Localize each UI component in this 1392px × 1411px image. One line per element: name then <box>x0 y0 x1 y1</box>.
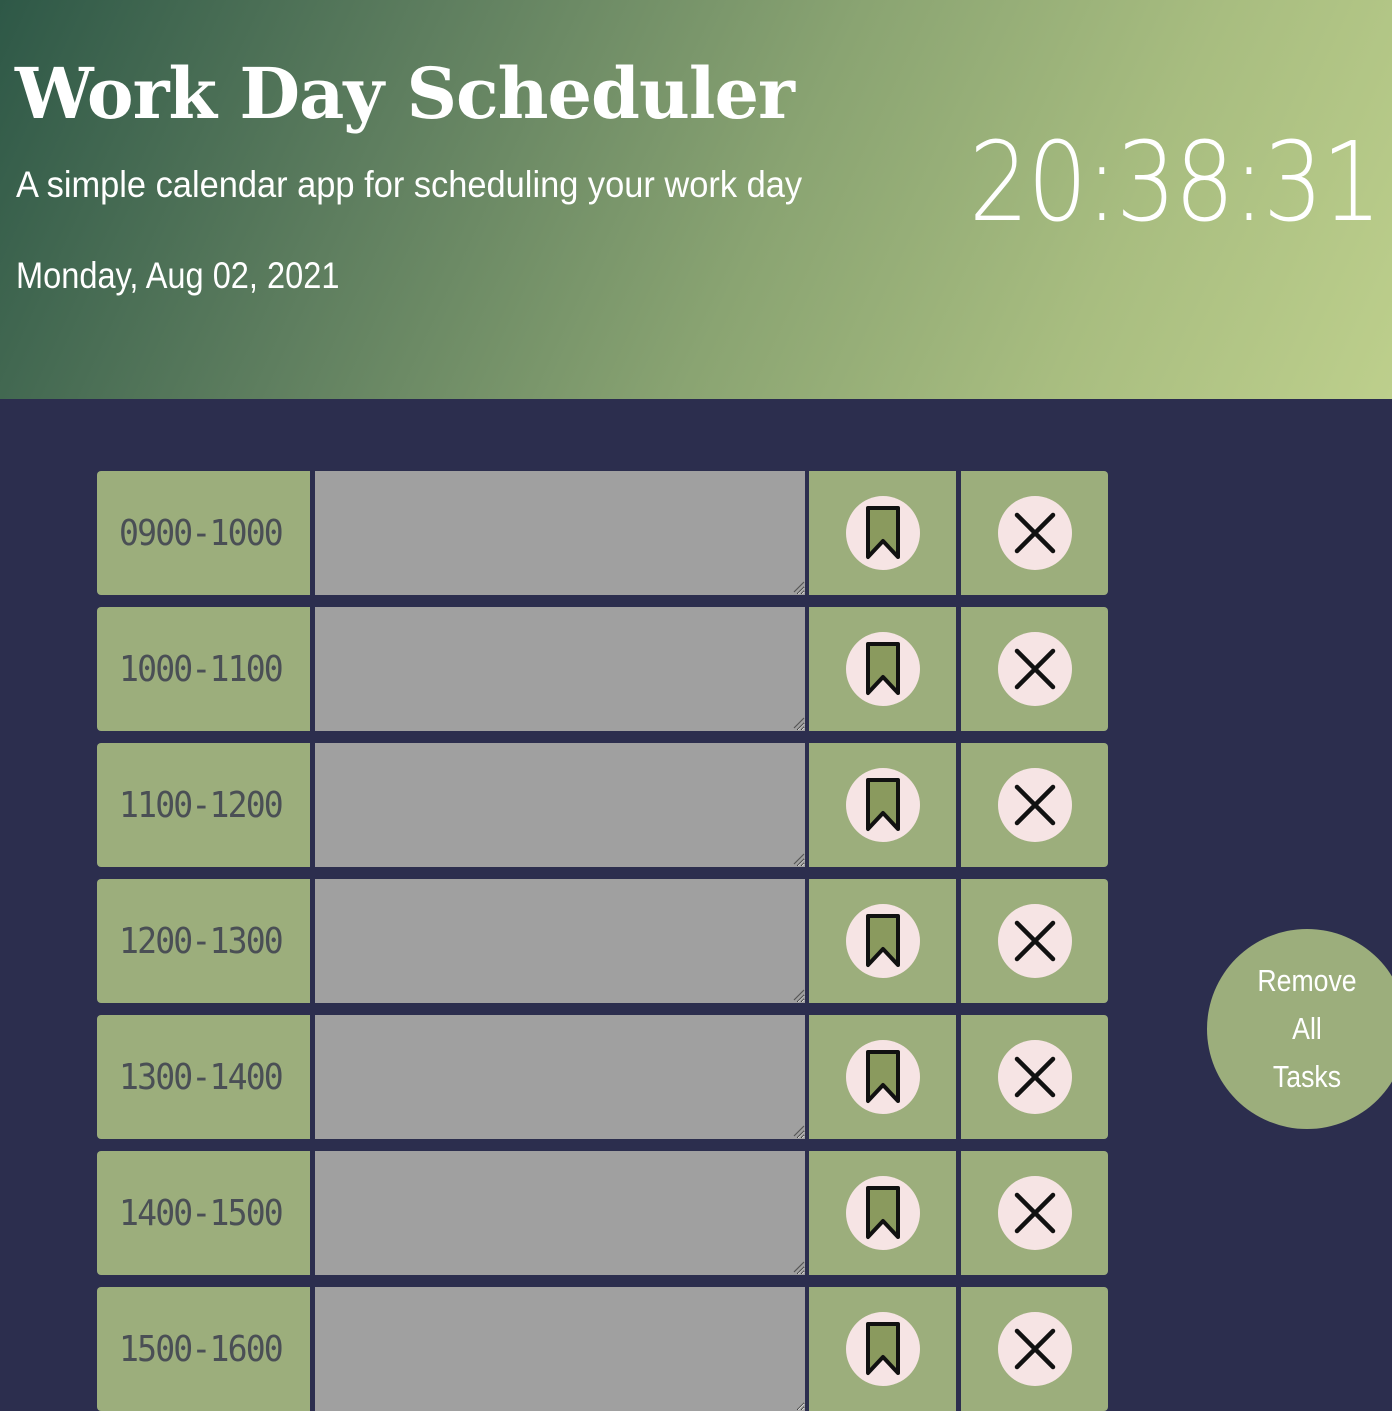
delete-button-circle <box>997 632 1072 706</box>
task-input[interactable] <box>315 607 805 731</box>
resize-handle-icon[interactable] <box>791 1259 805 1273</box>
delete-button-circle <box>997 1040 1072 1114</box>
time-block-row: 1500-1600 <box>97 1287 1109 1411</box>
remove-all-line-3: Tasks <box>1272 1059 1342 1094</box>
task-input[interactable] <box>315 879 805 1003</box>
save-button-circle <box>845 768 920 842</box>
close-icon <box>1014 648 1055 690</box>
close-icon <box>1014 512 1055 554</box>
time-block-row: 1100-1200 <box>97 743 1109 867</box>
save-button[interactable] <box>809 1287 956 1411</box>
bookmark-icon <box>865 1050 900 1103</box>
save-button-circle <box>845 904 920 978</box>
hour-label: 1100-1200 <box>97 743 310 867</box>
save-button-circle <box>845 632 920 706</box>
remove-all-tasks-button[interactable]: Remove All Tasks <box>1207 929 1392 1129</box>
hour-text: 1300-1400 <box>119 1056 284 1098</box>
delete-button[interactable] <box>961 743 1108 867</box>
time-block-row: 0900-1000 <box>97 471 1109 595</box>
close-icon <box>1014 1192 1055 1234</box>
hour-text: 1100-1200 <box>119 784 284 826</box>
remove-all-line-2: All <box>1292 1011 1322 1046</box>
bookmark-icon <box>865 1322 900 1375</box>
task-input[interactable] <box>315 1015 805 1139</box>
remove-all-line-1: Remove <box>1257 963 1357 998</box>
page-title: Work Day Scheduler <box>15 52 795 135</box>
save-button-circle <box>845 496 920 570</box>
task-input[interactable] <box>315 1287 805 1411</box>
resize-handle-icon[interactable] <box>791 851 805 865</box>
delete-button-circle <box>997 768 1072 842</box>
hour-text: 1000-1100 <box>119 648 284 690</box>
resize-handle-icon[interactable] <box>791 579 805 593</box>
save-button-circle <box>845 1176 920 1250</box>
delete-button[interactable] <box>961 471 1108 595</box>
save-button[interactable] <box>809 743 956 867</box>
page-subtitle: A simple calendar app for scheduling you… <box>16 164 803 205</box>
save-button[interactable] <box>809 1151 956 1275</box>
resize-handle-icon[interactable] <box>791 715 805 729</box>
bookmark-icon <box>865 642 900 695</box>
delete-button[interactable] <box>961 879 1108 1003</box>
hour-label: 0900-1000 <box>97 471 310 595</box>
hour-label: 1000-1100 <box>97 607 310 731</box>
hour-text: 1500-1600 <box>119 1328 284 1370</box>
hour-text: 1200-1300 <box>119 920 284 962</box>
resize-handle-icon[interactable] <box>791 1123 805 1137</box>
bookmark-icon <box>865 1186 900 1239</box>
time-block-row: 1300-1400 <box>97 1015 1109 1139</box>
bookmark-icon <box>865 914 900 967</box>
save-button-circle <box>845 1312 920 1386</box>
task-input[interactable] <box>315 471 805 595</box>
remove-all-label: Remove All Tasks <box>1221 957 1392 1101</box>
hour-label: 1400-1500 <box>97 1151 310 1275</box>
delete-button[interactable] <box>961 1287 1108 1411</box>
task-input[interactable] <box>315 743 805 867</box>
delete-button-circle <box>997 904 1072 978</box>
save-button[interactable] <box>809 879 956 1003</box>
close-icon <box>1014 920 1055 962</box>
page-header: Work Day Scheduler A simple calendar app… <box>0 0 1392 399</box>
current-date: Monday, Aug 02, 2021 <box>16 255 340 296</box>
save-button[interactable] <box>809 607 956 731</box>
hour-text: 1400-1500 <box>119 1192 284 1234</box>
close-icon <box>1014 1056 1055 1098</box>
delete-button[interactable] <box>961 1151 1108 1275</box>
delete-button[interactable] <box>961 607 1108 731</box>
delete-button-circle <box>997 496 1072 570</box>
hour-label: 1500-1600 <box>97 1287 310 1411</box>
hour-label: 1300-1400 <box>97 1015 310 1139</box>
current-time-clock: 20:38:31 <box>968 118 1382 246</box>
bookmark-icon <box>865 506 900 559</box>
time-block-row: 1400-1500 <box>97 1151 1109 1275</box>
delete-button-circle <box>997 1312 1072 1386</box>
time-block-row: 1200-1300 <box>97 879 1109 1003</box>
close-icon <box>1014 1328 1055 1370</box>
time-block-row: 1000-1100 <box>97 607 1109 731</box>
save-button[interactable] <box>809 471 956 595</box>
hour-text: 0900-1000 <box>119 512 284 554</box>
save-button[interactable] <box>809 1015 956 1139</box>
bookmark-icon <box>865 778 900 831</box>
close-icon <box>1014 784 1055 826</box>
save-button-circle <box>845 1040 920 1114</box>
delete-button[interactable] <box>961 1015 1108 1139</box>
task-input[interactable] <box>315 1151 805 1275</box>
resize-handle-icon[interactable] <box>791 987 805 1001</box>
hour-label: 1200-1300 <box>97 879 310 1003</box>
delete-button-circle <box>997 1176 1072 1250</box>
